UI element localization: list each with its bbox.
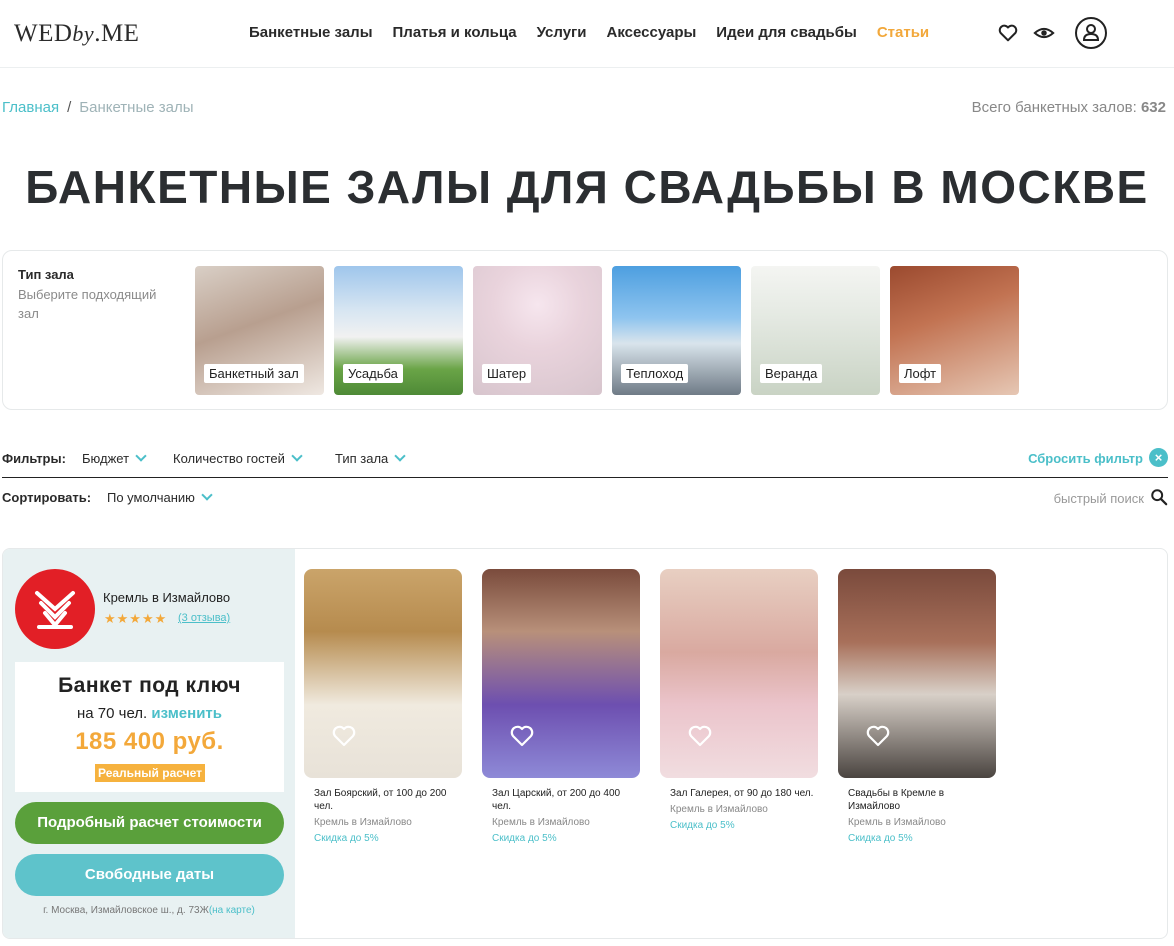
hall-name[interactable]: Свадьбы в Кремле в Измайлово bbox=[838, 787, 996, 813]
heart-icon[interactable] bbox=[688, 725, 712, 747]
real-calc-badge: Реальный расчет bbox=[95, 764, 205, 782]
hall-discount: Скидка до 5% bbox=[848, 833, 913, 844]
hall-type-title: Тип зала bbox=[18, 267, 74, 282]
heart-icon[interactable] bbox=[332, 725, 356, 747]
heart-icon[interactable] bbox=[866, 725, 890, 747]
quick-search-input[interactable]: быстрый поиск bbox=[1054, 491, 1144, 506]
hall-photo[interactable] bbox=[304, 569, 462, 778]
sort-select[interactable]: По умолчанию bbox=[107, 489, 213, 505]
change-guests-link[interactable]: изменить bbox=[151, 705, 222, 722]
filter-guests[interactable]: Количество гостей bbox=[173, 450, 303, 466]
hall-type-subtitle: Выберите подходящий зал bbox=[18, 287, 157, 321]
hall-card[interactable]: Свадьбы в Кремле в Измайлово Кремль в Из… bbox=[838, 569, 996, 844]
hall-type-tile-estate[interactable]: Усадьба bbox=[334, 266, 463, 395]
close-icon[interactable]: × bbox=[1149, 448, 1168, 467]
reviews-link[interactable]: (3 отзыва) bbox=[178, 612, 230, 624]
guests-line: на 70 чел. изменить bbox=[77, 705, 222, 722]
tile-label: Лофт bbox=[899, 364, 942, 383]
chevron-down-icon bbox=[201, 489, 213, 501]
reset-filter-link[interactable]: Сбросить фильтр bbox=[1028, 451, 1143, 466]
venue-logo[interactable] bbox=[15, 569, 95, 649]
filter-budget[interactable]: Бюджет bbox=[82, 450, 147, 466]
filter-hall-type[interactable]: Тип зала bbox=[335, 450, 406, 466]
tile-label: Усадьба bbox=[343, 364, 403, 383]
total-halls-count: Всего банкетных залов: 632 bbox=[972, 99, 1166, 116]
tile-label: Шатер bbox=[482, 364, 532, 383]
hall-name[interactable]: Зал Царский, от 200 до 400 чел. bbox=[482, 787, 640, 813]
viewed-eye-icon[interactable] bbox=[1033, 22, 1055, 44]
account-button[interactable] bbox=[1075, 17, 1107, 49]
page-title: БАНКЕТНЫЕ ЗАЛЫ ДЛЯ СВАДЬБЫ В МОСКВЕ bbox=[25, 161, 1149, 213]
kremlin-logo-icon bbox=[35, 591, 75, 629]
chevron-down-icon bbox=[394, 450, 406, 462]
hall-discount: Скидка до 5% bbox=[492, 833, 557, 844]
hall-type-selector: Тип зала Выберите подходящий зал Банкетн… bbox=[2, 250, 1168, 410]
tile-label: Банкетный зал bbox=[204, 364, 304, 383]
nav-accessories[interactable]: Аксессуары bbox=[607, 24, 697, 41]
venue-card: Кремль в Измайлово ★★★★★ (3 отзыва) Банк… bbox=[2, 548, 1168, 939]
venue-halls-list: Зал Боярский, от 100 до 200 чел. Кремль … bbox=[304, 569, 996, 844]
site-header: WEDby.ME Банкетные залы Платья и кольца … bbox=[0, 0, 1174, 68]
breadcrumb-separator: / bbox=[67, 99, 72, 116]
filters-bar: Фильтры: Бюджет Количество гостей Тип за… bbox=[2, 448, 1168, 478]
hall-type-tile-banquet[interactable]: Банкетный зал bbox=[195, 266, 324, 395]
hall-photo[interactable] bbox=[660, 569, 818, 778]
nav-articles[interactable]: Статьи bbox=[877, 24, 929, 41]
breadcrumb-home[interactable]: Главная bbox=[2, 99, 59, 116]
tile-label: Веранда bbox=[760, 364, 823, 383]
hall-photo[interactable] bbox=[838, 569, 996, 778]
search-icon[interactable] bbox=[1150, 488, 1168, 506]
hall-type-tile-tent[interactable]: Шатер bbox=[473, 266, 602, 395]
tile-label: Теплоход bbox=[621, 364, 689, 383]
nav-banquet-halls[interactable]: Банкетные залы bbox=[249, 24, 373, 41]
sort-bar: Сортировать: По умолчанию быстрый поиск bbox=[2, 488, 1168, 510]
hall-name[interactable]: Зал Боярский, от 100 до 200 чел. bbox=[304, 787, 462, 813]
hall-discount: Скидка до 5% bbox=[670, 820, 735, 831]
hall-photo[interactable] bbox=[482, 569, 640, 778]
map-link[interactable]: (на карте) bbox=[209, 905, 255, 916]
hall-card[interactable]: Зал Боярский, от 100 до 200 чел. Кремль … bbox=[304, 569, 462, 844]
site-logo[interactable]: WEDby.ME bbox=[14, 20, 139, 48]
hall-venue: Кремль в Измайлово bbox=[670, 804, 768, 815]
rating-stars: ★★★★★ bbox=[104, 611, 168, 626]
venue-name[interactable]: Кремль в Измайлово bbox=[103, 590, 230, 605]
hall-discount: Скидка до 5% bbox=[314, 833, 379, 844]
nav-wedding-ideas[interactable]: Идеи для свадьбы bbox=[716, 24, 857, 41]
price-value: 185 400 руб. bbox=[75, 728, 224, 755]
price-box: Банкет под ключ на 70 чел. изменить 185 … bbox=[15, 662, 284, 792]
hall-card[interactable]: Зал Царский, от 200 до 400 чел. Кремль в… bbox=[482, 569, 640, 844]
detailed-calc-button[interactable]: Подробный расчет стоимости bbox=[15, 802, 284, 844]
hall-venue: Кремль в Измайлово bbox=[314, 817, 412, 828]
hall-card[interactable]: Зал Галерея, от 90 до 180 чел. Кремль в … bbox=[660, 569, 818, 844]
breadcrumb: Главная / Банкетные залы bbox=[2, 99, 194, 116]
hall-venue: Кремль в Измайлово bbox=[848, 817, 946, 828]
price-box-title: Банкет под ключ bbox=[58, 674, 241, 697]
chevron-down-icon bbox=[135, 450, 147, 462]
nav-dresses-rings[interactable]: Платья и кольца bbox=[393, 24, 517, 41]
main-nav: Банкетные залы Платья и кольца Услуги Ак… bbox=[249, 24, 949, 41]
chevron-down-icon bbox=[291, 450, 303, 462]
sort-label: Сортировать: bbox=[2, 490, 92, 505]
venue-address: г. Москва, Измайловское ш., д. 73Ж(на ка… bbox=[43, 905, 255, 916]
nav-services[interactable]: Услуги bbox=[537, 24, 587, 41]
total-value: 632 bbox=[1140, 99, 1166, 116]
heart-icon[interactable] bbox=[510, 725, 534, 747]
favorites-heart-icon[interactable] bbox=[997, 22, 1019, 44]
hall-name[interactable]: Зал Галерея, от 90 до 180 чел. bbox=[660, 787, 818, 800]
venue-summary-panel: Кремль в Измайлово ★★★★★ (3 отзыва) Банк… bbox=[3, 549, 295, 938]
hall-type-tile-veranda[interactable]: Веранда bbox=[751, 266, 880, 395]
hall-venue: Кремль в Измайлово bbox=[492, 817, 590, 828]
hall-type-tile-loft[interactable]: Лофт bbox=[890, 266, 1019, 395]
user-icon bbox=[1082, 24, 1100, 41]
hall-type-tile-boat[interactable]: Теплоход bbox=[612, 266, 741, 395]
breadcrumb-current: Банкетные залы bbox=[79, 99, 194, 116]
filters-label: Фильтры: bbox=[2, 451, 66, 466]
total-label: Всего банкетных залов: bbox=[971, 99, 1137, 116]
free-dates-button[interactable]: Свободные даты bbox=[15, 854, 284, 896]
